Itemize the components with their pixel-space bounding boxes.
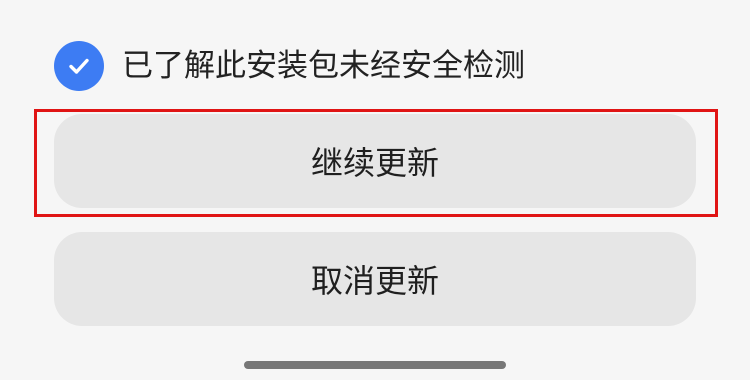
continue-update-button[interactable]: 继续更新	[54, 114, 696, 208]
update-dialog: 已了解此安装包未经安全检测 继续更新 取消更新	[0, 0, 750, 380]
checkmark-icon	[64, 51, 94, 81]
consent-label: 已了解此安装包未经安全检测	[122, 48, 525, 84]
consent-row[interactable]: 已了解此安装包未经安全检测	[54, 40, 525, 92]
home-indicator[interactable]	[244, 361, 506, 369]
consent-checkbox[interactable]	[54, 41, 104, 91]
cancel-update-button[interactable]: 取消更新	[54, 232, 696, 326]
